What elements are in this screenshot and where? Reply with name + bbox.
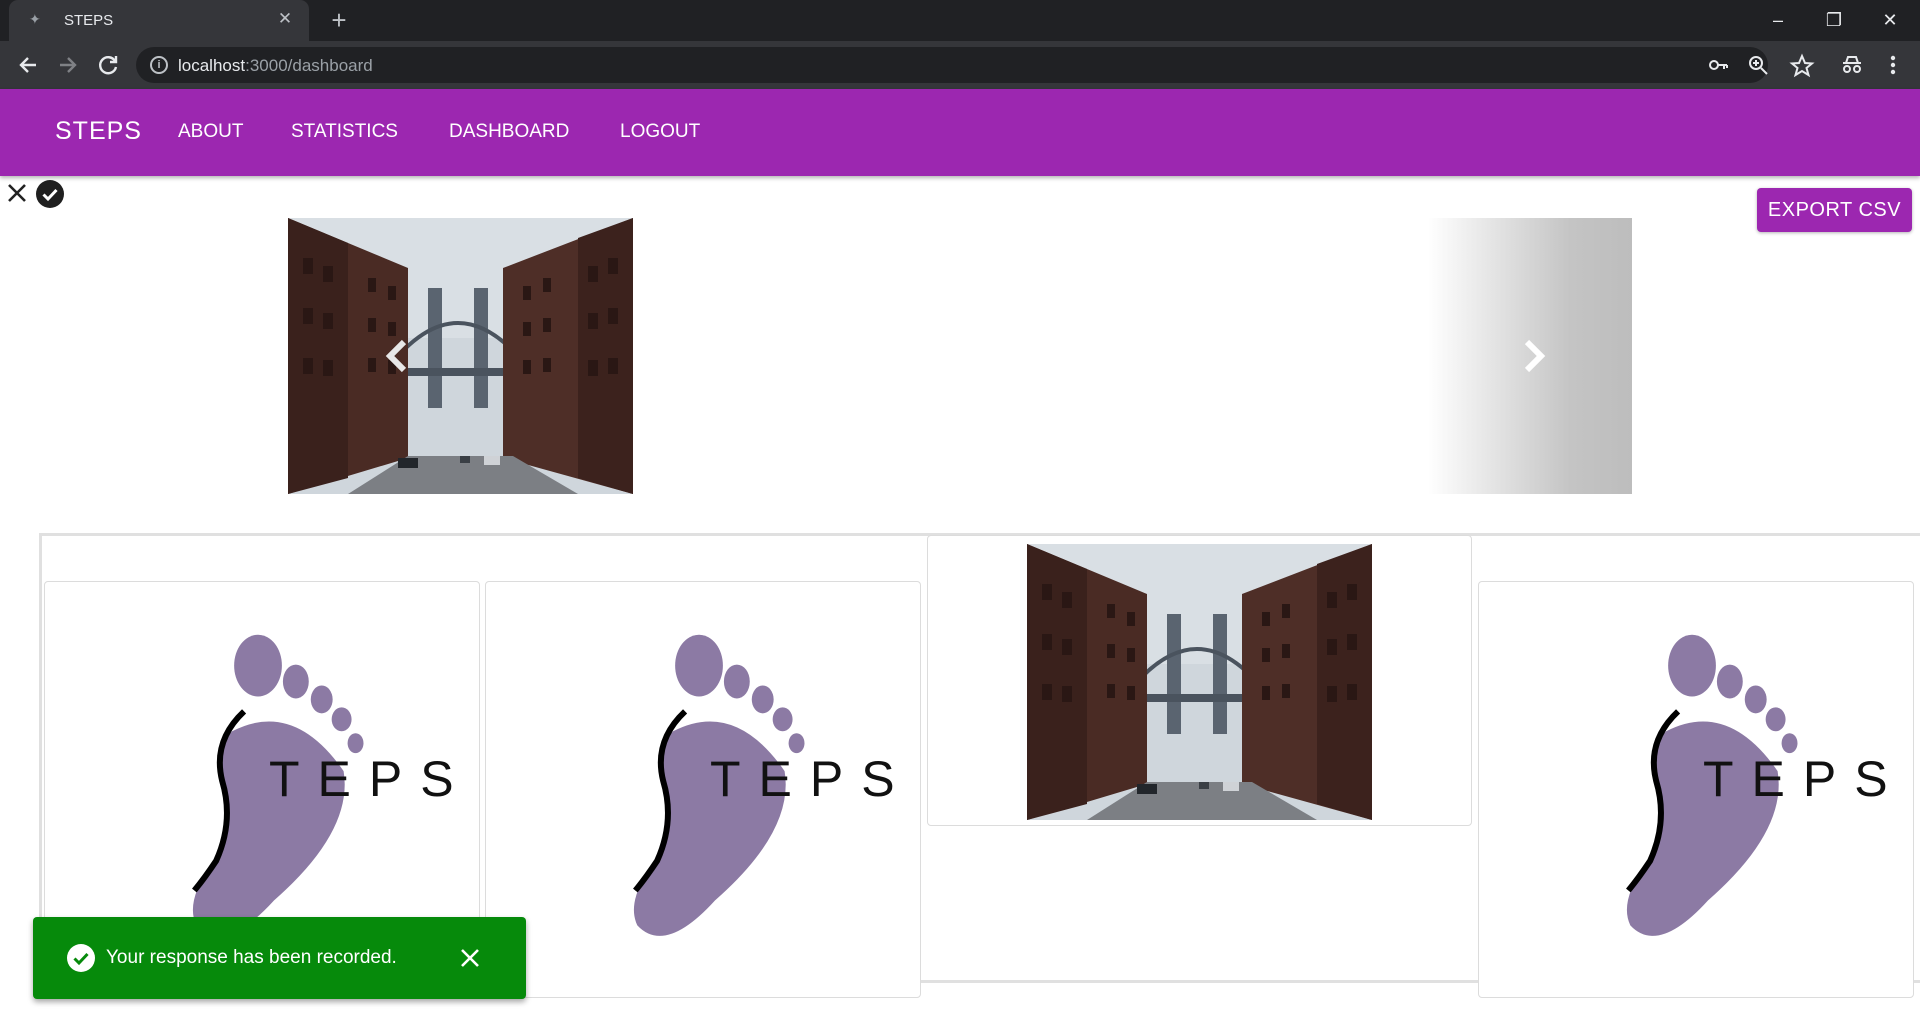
image-carousel (288, 218, 1632, 494)
window-close-button[interactable]: ✕ (1862, 0, 1918, 41)
url-host: localhost (178, 56, 246, 75)
back-icon[interactable] (12, 49, 44, 81)
logo-text: TEPS (1703, 751, 1906, 807)
nav-link-dashboard[interactable]: DASHBOARD (449, 121, 569, 143)
tab-close-icon[interactable]: ✕ (275, 9, 295, 29)
star-icon[interactable] (1789, 47, 1815, 78)
window-restore-button[interactable]: ❐ (1806, 0, 1862, 41)
footprint-favicon-icon: ✦ (29, 11, 41, 27)
browser-tab[interactable]: ✦ STEPS ✕ (9, 0, 309, 41)
logo-text: TEPS (269, 751, 472, 807)
new-tab-button[interactable]: + (325, 6, 353, 34)
nav-link-about[interactable]: ABOUT (178, 121, 243, 143)
success-snackbar: Your response has been recorded. (33, 917, 526, 999)
reload-icon[interactable] (92, 49, 124, 81)
browser-tabstrip: ✦ STEPS ✕ + – ❐ ✕ (0, 0, 1920, 41)
brand-logo-text[interactable]: STEPS (55, 117, 142, 146)
info-icon[interactable]: i (150, 56, 168, 74)
incognito-icon[interactable] (1839, 53, 1865, 77)
browser-toolbar: i localhost:3000/dashboard (0, 41, 1920, 89)
chevron-left-icon[interactable] (378, 336, 418, 376)
window-minimize-button[interactable]: – (1750, 0, 1806, 41)
zoom-icon[interactable] (1746, 53, 1770, 77)
gallery-card-logo[interactable]: TEPS (1478, 581, 1914, 998)
check-circle-icon[interactable] (36, 180, 64, 208)
export-csv-button[interactable]: EXPORT CSV (1757, 188, 1912, 232)
chevron-right-icon[interactable] (1513, 336, 1553, 376)
carousel-photo (288, 218, 633, 494)
nav-link-logout[interactable]: LOGOUT (620, 121, 700, 143)
gallery-card-photo-selected[interactable] (927, 535, 1472, 826)
close-icon[interactable] (6, 182, 28, 204)
close-icon[interactable] (457, 945, 483, 971)
key-icon[interactable] (1706, 53, 1730, 77)
url-text[interactable]: localhost:3000/dashboard (178, 56, 373, 76)
url-path: :3000/dashboard (245, 56, 373, 75)
nav-link-statistics[interactable]: STATISTICS (291, 121, 398, 143)
street-bridge-photo (288, 218, 633, 494)
forward-icon[interactable] (52, 49, 84, 81)
logo-text: TEPS (710, 751, 913, 807)
check-circle-icon (67, 944, 95, 972)
street-bridge-photo (1027, 544, 1372, 820)
app-navbar: STEPS ABOUT STATISTICS DASHBOARD LOGOUT (0, 89, 1920, 176)
card-photo (1027, 544, 1372, 820)
address-bar[interactable]: i localhost:3000/dashboard (136, 47, 1768, 83)
gallery-card-logo[interactable]: TEPS (485, 581, 921, 998)
tab-title: STEPS (64, 12, 114, 29)
menu-icon[interactable] (1880, 53, 1906, 77)
snackbar-message: Your response has been recorded. (106, 947, 397, 968)
